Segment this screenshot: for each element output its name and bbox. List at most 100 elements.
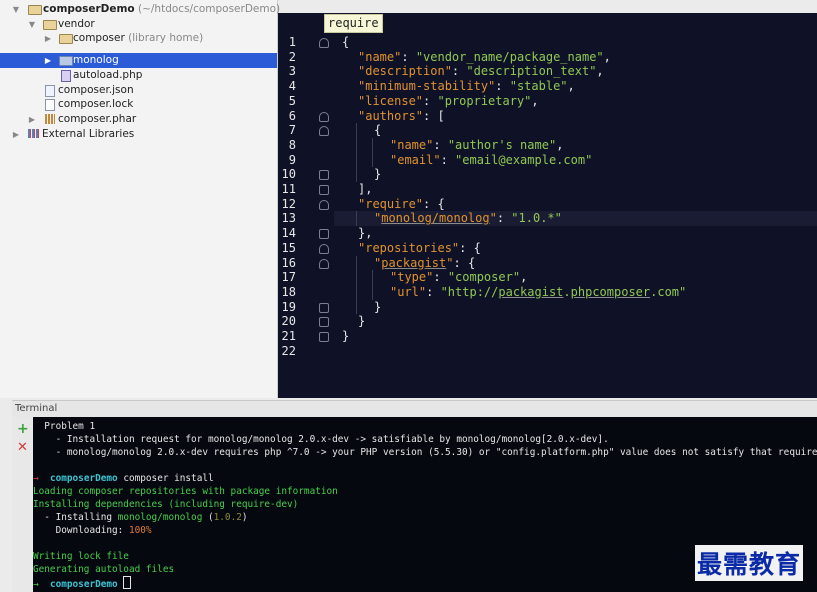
line-number: 9 xyxy=(288,152,296,167)
fold-marker-icon[interactable] xyxy=(319,317,329,328)
code-line: "authors": [ xyxy=(358,108,445,123)
line-number: 12 xyxy=(281,196,296,211)
code-line: "description": "description_text", xyxy=(358,64,604,79)
line-number: 22 xyxy=(281,343,296,358)
indent-guide xyxy=(356,123,357,182)
expand-arrow-icon[interactable]: ▶ xyxy=(11,127,21,142)
line-number: 13 xyxy=(281,211,296,226)
code-line: } xyxy=(374,167,382,182)
code-line: "repositories": { xyxy=(358,240,481,255)
tree-item-monolog[interactable]: ▶ monolog xyxy=(0,53,277,68)
line-number: 1 xyxy=(288,35,296,49)
terminal-line: → composerDemo xyxy=(33,576,132,590)
indent-guide xyxy=(372,137,373,168)
jar-icon xyxy=(45,114,55,124)
code-line: "email": "email@example.com" xyxy=(390,152,593,167)
code-line: "license": "proprietary", xyxy=(358,93,539,108)
tree-item-path: (~/htdocs/composerDemo) xyxy=(138,3,281,15)
tree-item-label: autoload.php xyxy=(73,69,143,81)
terminal-line: → composerDemo composer install xyxy=(33,473,214,484)
expand-arrow-icon[interactable]: ▶ xyxy=(43,31,53,46)
line-number: 8 xyxy=(288,137,296,152)
terminal-line: Generating autoload files xyxy=(33,564,175,575)
json-file-icon xyxy=(45,85,55,97)
libraries-icon xyxy=(28,129,39,138)
terminal-cursor xyxy=(123,576,132,589)
fold-marker-icon[interactable] xyxy=(319,126,329,137)
code-line: "name": "vendor_name/package_name", xyxy=(358,49,611,64)
code-editor[interactable]: 1 2 3 4 5 6 7 8 9 10 11 12 13 14 15 16 17 18 19 20 21 22 {"na… xyxy=(278,13,817,398)
fold-marker-icon[interactable] xyxy=(319,243,329,254)
terminal-line: - Installing monolog/monolog (1.0.2) xyxy=(33,512,248,523)
tree-item-composer[interactable]: ▶ composer (library home) xyxy=(0,31,277,46)
fold-marker-icon[interactable] xyxy=(319,170,329,181)
fold-marker-icon[interactable] xyxy=(319,199,329,210)
close-icon[interactable]: ✕ xyxy=(17,440,28,455)
file-icon xyxy=(45,99,55,111)
line-number: 18 xyxy=(281,284,296,299)
plus-icon[interactable]: + xyxy=(17,421,29,437)
line-number: 7 xyxy=(288,123,296,138)
line-number: 2 xyxy=(288,49,296,64)
fold-marker-icon[interactable] xyxy=(319,185,329,195)
code-line: ], xyxy=(358,182,373,196)
tree-item-label: composer.phar xyxy=(58,113,137,125)
tree-item-label: composerDemo xyxy=(43,3,135,15)
watermark-logo: 最需教育 xyxy=(695,545,804,581)
tree-item-composer-lock[interactable]: composer.lock xyxy=(0,97,277,112)
fold-marker-icon[interactable] xyxy=(319,302,329,313)
tree-item-autoload-php[interactable]: autoload.php xyxy=(0,68,277,83)
expand-arrow-icon[interactable]: ▼ xyxy=(11,2,21,17)
expand-arrow-icon[interactable]: ▶ xyxy=(43,53,53,68)
terminal-line: - monolog/monolog 2.0.x-dev requires php… xyxy=(33,447,817,458)
tree-item-label: composer xyxy=(73,32,125,44)
tooltip: require xyxy=(324,14,383,33)
project-tree: ▼ composerDemo (~/htdocs/composerDemo) ▼… xyxy=(0,0,281,398)
fold-marker-icon[interactable] xyxy=(319,229,329,240)
code-line: "packagist": { xyxy=(374,255,476,270)
folder-icon xyxy=(28,5,42,15)
folder-icon xyxy=(59,56,73,66)
code-line: "type": "composer", xyxy=(390,270,528,285)
tree-item-composer-phar[interactable]: ▶ composer.phar xyxy=(0,112,277,127)
line-number: 21 xyxy=(281,329,296,343)
line-number: 5 xyxy=(288,93,296,108)
code-line: { xyxy=(342,35,350,49)
terminal-toolbar: + ✕ xyxy=(12,417,32,592)
terminal-line: Writing lock file xyxy=(33,551,129,562)
line-number: 15 xyxy=(281,240,296,255)
line-number-gutter: 1 2 3 4 5 6 7 8 9 10 11 12 13 14 15 16 17 18 19 20 21 22 xyxy=(278,13,308,398)
fold-marker-icon[interactable] xyxy=(319,258,329,269)
line-number: 16 xyxy=(281,255,296,270)
code-line: "name": "author's name", xyxy=(390,137,564,152)
tree-item-composer-json[interactable]: composer.json xyxy=(0,83,277,98)
fold-marker-icon[interactable] xyxy=(319,38,329,48)
terminal-title: Terminal xyxy=(15,403,58,414)
code-line: "require": { xyxy=(358,196,445,211)
indent-guide xyxy=(372,270,373,300)
expand-arrow-icon[interactable]: ▼ xyxy=(27,17,37,32)
tree-item-composerdemo[interactable]: ▼ composerDemo (~/htdocs/composerDemo) xyxy=(0,2,281,17)
indent-guide xyxy=(356,255,357,315)
terminal-line: Downloading: 100% xyxy=(33,525,152,536)
fold-marker-icon[interactable] xyxy=(319,332,329,342)
code-line: { xyxy=(374,123,382,138)
terminal-tab-bar: Terminal xyxy=(12,400,817,417)
tree-item-vendor[interactable]: ▼ vendor xyxy=(0,17,277,32)
tree-item-label: composer.json xyxy=(58,84,134,96)
code-line: } xyxy=(358,314,366,329)
expand-arrow-icon[interactable]: ▶ xyxy=(27,112,37,127)
fold-marker-icon[interactable] xyxy=(319,111,329,122)
folder-icon xyxy=(59,34,73,44)
tree-item-external-libraries[interactable]: ▶ External Libraries xyxy=(0,127,277,142)
terminal-line: Installing dependencies (including requi… xyxy=(33,499,299,510)
terminal-line: Loading composer repositories with packa… xyxy=(33,486,338,497)
code-line: } xyxy=(374,299,382,314)
line-number: 20 xyxy=(281,314,296,329)
line-number: 19 xyxy=(281,299,296,314)
indent-guide xyxy=(356,211,357,227)
line-number: 10 xyxy=(281,167,296,182)
php-file-icon xyxy=(61,70,71,82)
line-number: 3 xyxy=(288,64,296,79)
left-panel-strip xyxy=(0,398,12,592)
